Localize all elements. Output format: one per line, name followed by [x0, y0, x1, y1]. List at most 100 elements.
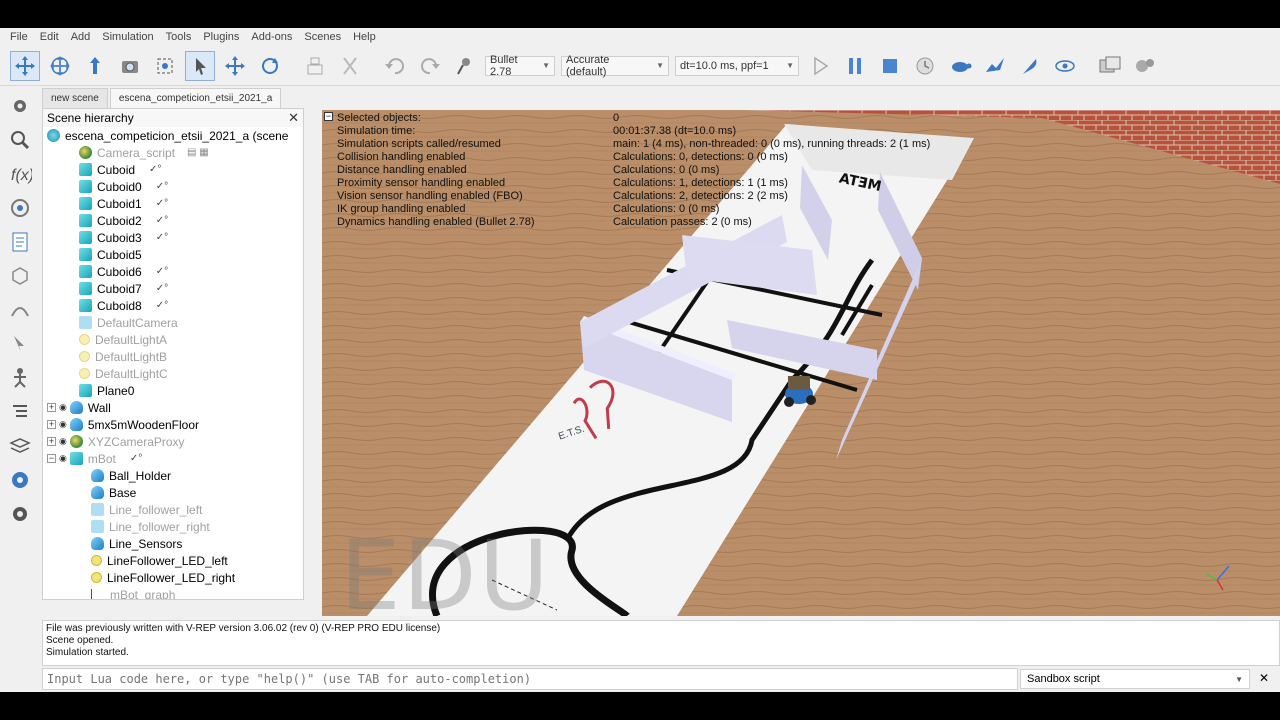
- menu-plugins[interactable]: Plugins: [197, 28, 245, 46]
- 3d-viewport[interactable]: META E.T.S. − Selected objects: Simulati…: [322, 110, 1280, 616]
- scripts-button[interactable]: [5, 227, 35, 257]
- scene-hierarchy-button[interactable]: [5, 397, 35, 427]
- list-icon: [13, 405, 27, 417]
- collapse-info-icon[interactable]: −: [324, 112, 333, 121]
- slow-down-button[interactable]: [945, 51, 975, 81]
- tree-item[interactable]: + ◉ Wall: [47, 399, 111, 416]
- expand-icon[interactable]: +: [47, 403, 56, 412]
- tree-item[interactable]: DefaultCamera: [79, 314, 178, 331]
- camera-angle-button[interactable]: [115, 51, 145, 81]
- collapse-icon[interactable]: −: [47, 454, 56, 463]
- realtime-button[interactable]: [910, 51, 940, 81]
- close-icon[interactable]: ✕: [288, 110, 299, 126]
- tree-item[interactable]: Line_follower_left: [91, 501, 202, 518]
- engine-settings-button[interactable]: [450, 51, 480, 81]
- layers-button[interactable]: [5, 431, 35, 461]
- model-browser-button[interactable]: [5, 125, 35, 155]
- fit-to-view-button[interactable]: [150, 51, 180, 81]
- start-simulation-button[interactable]: [805, 51, 835, 81]
- speed-up-button[interactable]: [980, 51, 1010, 81]
- pause-simulation-button[interactable]: [840, 51, 870, 81]
- tree-item[interactable]: Cuboid8 ✓°: [79, 297, 168, 314]
- visibility-icon: ◉: [59, 402, 67, 412]
- menu-add[interactable]: Add: [65, 28, 97, 46]
- close-command-line-icon[interactable]: ✕: [1256, 670, 1272, 686]
- expand-icon[interactable]: +: [47, 420, 56, 429]
- menu-scenes[interactable]: Scenes: [298, 28, 347, 46]
- camera-pan-button[interactable]: [10, 50, 40, 81]
- shape-edit-button[interactable]: [5, 261, 35, 291]
- tree-item[interactable]: − ◉ mBot ✓°: [47, 450, 142, 467]
- object-shift-button[interactable]: [220, 51, 250, 81]
- tree-item[interactable]: Cuboid ✓°: [79, 161, 161, 178]
- tree-item[interactable]: Line_follower_right: [91, 518, 210, 535]
- magnifier-icon: [11, 131, 30, 150]
- tree-item[interactable]: Cuboid5: [79, 246, 142, 263]
- tree-item-label: Cuboid8: [97, 298, 142, 313]
- tab-escena[interactable]: escena_competicion_etsii_2021_a: [109, 88, 282, 108]
- expand-icon[interactable]: +: [47, 437, 56, 446]
- tree-item[interactable]: DefaultLightB: [79, 348, 167, 365]
- calculation-modules-button[interactable]: f(x): [5, 159, 35, 189]
- menu-tools[interactable]: Tools: [160, 28, 198, 46]
- threaded-rendering-button[interactable]: [1015, 51, 1045, 81]
- scene-page-button[interactable]: [1095, 51, 1125, 81]
- assemble-button[interactable]: [300, 51, 330, 81]
- object-rotate-button[interactable]: [255, 51, 285, 81]
- redo-button[interactable]: [415, 51, 445, 81]
- stop-simulation-button[interactable]: [875, 51, 905, 81]
- selection-button[interactable]: [5, 329, 35, 359]
- menu-file[interactable]: File: [4, 28, 34, 46]
- undo-button[interactable]: [380, 51, 410, 81]
- gear-icon: [14, 100, 26, 112]
- path-edit-button[interactable]: [5, 295, 35, 325]
- camera-shift-button[interactable]: [80, 51, 110, 81]
- toggle-visualization-button[interactable]: [1050, 51, 1080, 81]
- user-settings-button[interactable]: [5, 499, 35, 529]
- tree-item[interactable]: mBot_graph: [91, 586, 175, 599]
- tree-item[interactable]: Line_Sensors: [91, 535, 182, 552]
- tree-item[interactable]: DefaultLightC: [79, 365, 168, 382]
- transfer-dna-button[interactable]: [335, 51, 365, 81]
- tree-item[interactable]: Camera_script ▤ ▦: [79, 144, 209, 161]
- hierarchy-title: Scene hierarchy: [47, 111, 134, 125]
- tree-item[interactable]: Base: [91, 484, 136, 501]
- tree-item[interactable]: + ◉ XYZCameraProxy: [47, 433, 185, 450]
- tree-item[interactable]: Cuboid6 ✓°: [79, 263, 168, 280]
- tree-item[interactable]: Cuboid1 ✓°: [79, 195, 168, 212]
- script-context-select[interactable]: Sandbox script ▼: [1020, 669, 1250, 689]
- tree-item-label: XYZCameraProxy: [87, 434, 185, 449]
- physics-engine-select[interactable]: Bullet 2.78 ▼: [485, 54, 555, 78]
- accuracy-select[interactable]: Accurate (default) ▼: [561, 54, 669, 78]
- menu-edit[interactable]: Edit: [34, 28, 65, 46]
- tree-item[interactable]: DefaultLightA: [79, 331, 167, 348]
- tree-item[interactable]: Ball_Holder: [91, 467, 171, 484]
- hierarchy-root-label: escena_competicion_etsii_2021_a (scene: [65, 128, 289, 143]
- tab-new-scene[interactable]: new scene: [42, 88, 108, 108]
- tree-item[interactable]: Cuboid0 ✓°: [79, 178, 168, 195]
- menu-simulation[interactable]: Simulation: [96, 28, 159, 46]
- menu-help[interactable]: Help: [347, 28, 382, 46]
- tree-item[interactable]: Cuboid2 ✓°: [79, 212, 168, 229]
- tree-item[interactable]: + ◉ 5mx5mWoodenFloor: [47, 416, 199, 433]
- settings-button[interactable]: [1130, 51, 1160, 81]
- click-select-button[interactable]: [185, 50, 215, 81]
- tree-item[interactable]: Cuboid7 ✓°: [79, 280, 168, 297]
- light-icon: [79, 368, 90, 379]
- shape-icon: [91, 469, 104, 482]
- menu-addons[interactable]: Add-ons: [245, 28, 298, 46]
- timestep-select[interactable]: dt=10.0 ms, ppf=1 ▼: [675, 55, 799, 76]
- lua-command-input[interactable]: [47, 672, 1017, 686]
- tree-item[interactable]: LineFollower_LED_left: [91, 552, 228, 569]
- tree-item[interactable]: LineFollower_LED_right: [91, 569, 235, 586]
- hierarchy-root[interactable]: escena_competicion_etsii_2021_a (scene: [47, 127, 288, 144]
- model-button[interactable]: [5, 363, 35, 393]
- tree-item-label: LineFollower_LED_right: [107, 570, 236, 585]
- camera-rotate-button[interactable]: [45, 51, 75, 81]
- eye-icon: [1055, 59, 1075, 72]
- simulation-settings-button[interactable]: [5, 91, 35, 121]
- collections-button[interactable]: [5, 193, 35, 223]
- tree-item[interactable]: Plane0: [79, 382, 134, 399]
- tree-item[interactable]: Cuboid3 ✓°: [79, 229, 168, 246]
- color-button[interactable]: [5, 465, 35, 495]
